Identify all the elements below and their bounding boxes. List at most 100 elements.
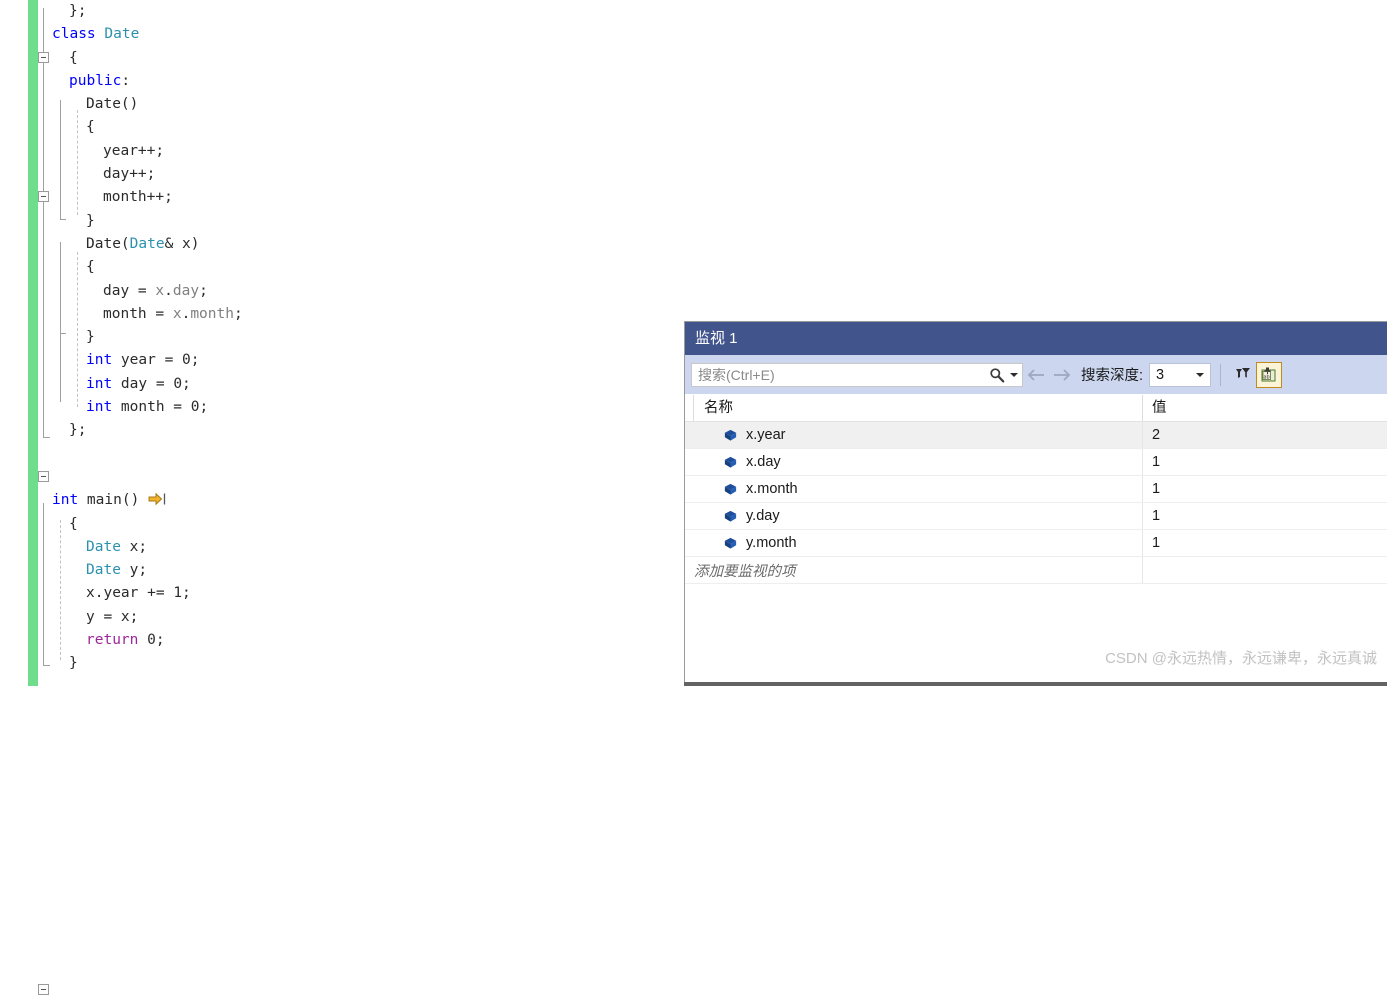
watch-value-cell[interactable]: 1 (1143, 454, 1387, 470)
code-token: } (86, 212, 95, 229)
code-line[interactable]: Date() (0, 93, 700, 203)
search-box[interactable] (691, 362, 1023, 387)
hex-display-button[interactable]: ab (1256, 361, 1283, 388)
search-input[interactable] (698, 366, 989, 383)
code-line[interactable]: Date x; (0, 536, 700, 559)
watch-name-cell[interactable]: y.day (685, 503, 1143, 529)
code-line[interactable]: { (0, 116, 700, 139)
code-line[interactable]: } (0, 210, 700, 233)
table-row[interactable]: x.day 1 (685, 449, 1387, 476)
code-line[interactable] (0, 443, 700, 466)
code-line-text: } (52, 213, 95, 229)
search-back-button[interactable] (1023, 362, 1049, 388)
code-token: ; (155, 632, 165, 649)
search-icon[interactable] (989, 367, 1005, 383)
code-line[interactable]: int day = 0; (0, 373, 700, 396)
bottom-edge-bar (684, 682, 1387, 686)
code-line[interactable]: day = x.day; (0, 280, 700, 303)
add-watch-row[interactable]: 添加要监视的项 (685, 557, 1387, 584)
code-line-text: int day = 0; (52, 376, 191, 392)
code-line[interactable]: x.year += 1; (0, 582, 700, 605)
code-line[interactable]: int month = 0; (0, 396, 700, 419)
code-token: int (52, 492, 79, 509)
column-header-value[interactable]: 值 (1143, 395, 1387, 421)
code-line-text: Date y; (52, 562, 147, 578)
watch-value-cell[interactable]: 1 (1143, 508, 1387, 524)
pin-filter-icon (1236, 367, 1251, 378)
code-token: ; (182, 375, 191, 392)
code-token: public (69, 72, 122, 89)
toolbar-separator (1220, 363, 1222, 386)
code-token: Date (129, 235, 165, 252)
debug-step-arrow-icon[interactable] (148, 492, 168, 506)
code-token: }; (69, 422, 87, 439)
code-line[interactable]: public: (0, 70, 700, 93)
arrow-left-icon (1027, 368, 1044, 381)
search-depth-label: 搜索深度: (1081, 368, 1144, 384)
code-token: Date( (86, 235, 130, 252)
code-token: y; (120, 562, 148, 579)
table-row[interactable]: y.day 1 (685, 503, 1387, 530)
code-token: year++; (103, 142, 165, 159)
code-line[interactable]: day++; (0, 163, 700, 186)
watch-name-cell[interactable]: y.month (685, 530, 1143, 556)
code-line[interactable]: year++; (0, 140, 700, 163)
watch-window[interactable]: 监视 1 搜索深度: 3 (684, 321, 1387, 686)
watch-toolbar[interactable]: 搜索深度: 3 ab (685, 355, 1387, 394)
watch-name-cell[interactable]: x.year (685, 422, 1143, 448)
code-line[interactable]: }; (0, 0, 700, 23)
table-row[interactable]: x.month 1 (685, 476, 1387, 503)
code-line[interactable]: return 0; (0, 629, 700, 652)
code-token: & x) (164, 235, 200, 252)
field-icon (724, 429, 737, 441)
add-watch-placeholder[interactable]: 添加要监视的项 (685, 557, 1143, 583)
code-line[interactable]: int main() (0, 489, 700, 995)
code-line[interactable]: Date y; (0, 559, 700, 582)
code-line[interactable] (0, 466, 700, 489)
code-line[interactable]: month = x.month; (0, 303, 700, 326)
code-token: Date() (86, 96, 139, 113)
code-token: int (86, 375, 113, 392)
code-line[interactable]: class Date (0, 23, 700, 63)
code-token: x (155, 282, 165, 299)
search-depth-chevron-down-icon[interactable] (1196, 372, 1205, 377)
code-line-text: day++; (52, 166, 155, 182)
code-line[interactable]: month++; (0, 186, 700, 209)
column-header-name[interactable]: 名称 (693, 395, 1143, 421)
code-line[interactable]: } (0, 326, 700, 349)
code-token: x (172, 305, 182, 322)
watch-value-cell[interactable]: 2 (1143, 427, 1387, 443)
code-line-text: Date(Date& x) (52, 236, 200, 252)
code-line[interactable]: { (0, 513, 700, 536)
pin-filter-button[interactable] (1230, 362, 1256, 388)
code-token: month = (103, 305, 173, 322)
code-line[interactable]: { (0, 256, 700, 279)
code-token: year = (112, 352, 183, 369)
watch-name-cell[interactable]: x.month (685, 476, 1143, 502)
watch-value-cell[interactable]: 1 (1143, 481, 1387, 497)
watch-name-cell[interactable]: x.day (685, 449, 1143, 475)
code-line[interactable]: y = x; (0, 605, 700, 630)
table-row[interactable]: y.month 1 (685, 530, 1387, 557)
watch-value-cell[interactable]: 1 (1143, 535, 1387, 551)
table-row[interactable]: x.year 2 (685, 422, 1387, 449)
code-line[interactable]: Date(Date& x) (0, 233, 700, 482)
code-line[interactable]: }; (0, 419, 700, 442)
fold-toggle-icon[interactable] (38, 983, 49, 995)
code-line[interactable]: } (0, 652, 700, 675)
watch-name-label: x.day (746, 454, 781, 470)
code-token: day (172, 282, 200, 299)
code-token: ; (233, 305, 243, 322)
code-token: 1 (173, 585, 183, 602)
code-line-text: { (52, 119, 95, 135)
code-line[interactable]: int year = 0; (0, 349, 700, 372)
code-token: } (86, 329, 95, 346)
code-line[interactable]: { (0, 47, 700, 70)
search-forward-button[interactable] (1049, 362, 1075, 388)
search-depth-combo[interactable]: 3 (1149, 362, 1212, 387)
search-options-chevron-down-icon[interactable] (1010, 372, 1018, 377)
watch-rows[interactable]: x.year 2 x.day 1 x.month 1 y.day 1 y.month 1 (685, 422, 1387, 557)
code-lines[interactable]: }; class Date {public: Date() {year++; day++;… (0, 0, 700, 995)
